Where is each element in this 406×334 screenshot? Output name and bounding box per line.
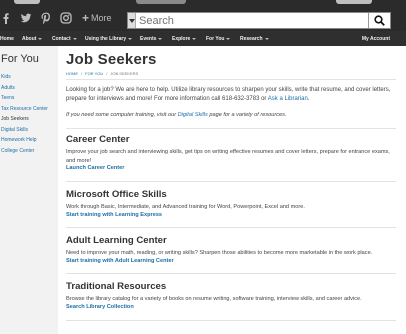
digital-skills-link[interactable]: Digital Skills — [178, 112, 208, 118]
nav-label: For You — [206, 36, 225, 42]
chevron-down-icon — [128, 38, 133, 40]
nav-label: Explore — [172, 36, 191, 42]
nav-contact[interactable]: Contact — [52, 36, 77, 42]
intro-end: . — [307, 95, 310, 102]
sidebar: For You Kids Adults Teens Tax Resource C… — [0, 46, 58, 334]
breadcrumb-home[interactable]: HOME — [66, 71, 78, 76]
nav-using-the-library[interactable]: Using the Library — [85, 36, 133, 42]
computer-training-note: If you need some computer training, visi… — [66, 112, 396, 118]
chevron-down-icon — [38, 38, 43, 40]
nav-label: Events — [140, 36, 157, 42]
search-bar — [127, 12, 391, 29]
section-title: Adult Learning Center — [66, 235, 167, 246]
sidebar-item-adults[interactable]: Adults — [1, 83, 48, 94]
nav-for-you[interactable]: For You — [206, 36, 231, 42]
microsoft-office-section: Microsoft Office Skills Work through Bas… — [66, 189, 396, 218]
nav-home[interactable]: Home — [0, 36, 14, 42]
note-text: If you need some computer training, visi… — [66, 112, 177, 118]
chevron-down-icon — [192, 38, 197, 40]
main-content: Job Seekers HOME / FOR YOU / JOB SEEKERS… — [58, 46, 406, 334]
search-icon — [374, 15, 385, 26]
traditional-resources-section: Traditional Resources Browse the library… — [66, 281, 396, 310]
section-title: Traditional Resources — [66, 281, 167, 292]
chevron-down-icon — [72, 38, 77, 40]
search-button[interactable] — [368, 13, 390, 28]
top-strip — [136, 0, 186, 4]
chevron-down-icon — [158, 38, 163, 40]
launch-career-center-link[interactable]: Launch Career Center — [66, 165, 396, 171]
nav-label: Contact — [52, 36, 71, 42]
adult-learning-center-link[interactable]: Start training with Adult Learning Cente… — [66, 258, 396, 264]
divider — [66, 128, 396, 129]
breadcrumb: HOME / FOR YOU / JOB SEEKERS — [66, 71, 138, 76]
divider — [66, 320, 396, 321]
more-label: More — [91, 13, 112, 23]
divider — [66, 227, 396, 228]
facebook-icon[interactable] — [0, 12, 12, 24]
divider — [66, 181, 396, 182]
career-center-section: Career Center Improve your job search an… — [66, 134, 396, 171]
sidebar-list: Kids Adults Teens Tax Resource Center Jo… — [1, 72, 48, 156]
nav-explore[interactable]: Explore — [172, 36, 197, 42]
intro-paragraph: Looking for a job? We are here to help. … — [66, 86, 396, 103]
note-end: page for a variety of resources. — [209, 112, 287, 118]
divider — [66, 273, 396, 274]
adult-learning-section: Adult Learning Center Need to improve yo… — [66, 235, 396, 264]
pinterest-icon[interactable] — [40, 12, 52, 24]
nav-label: Home — [0, 36, 14, 42]
top-bar: + More — [0, 0, 406, 31]
sidebar-item-tax-resource-center[interactable]: Tax Resource Center — [1, 104, 48, 115]
chevron-down-icon — [226, 38, 231, 40]
top-strip — [14, 0, 40, 4]
plus-icon: + — [82, 11, 90, 25]
nav-research[interactable]: Research — [240, 36, 269, 42]
instagram-icon[interactable] — [60, 12, 72, 24]
search-input[interactable] — [136, 13, 368, 28]
main-nav: Home About Contact Using the Library Eve… — [0, 31, 406, 46]
breadcrumb-current: JOB SEEKERS — [110, 71, 139, 76]
breadcrumb-for-you[interactable]: FOR YOU — [85, 71, 103, 76]
sidebar-title: For You — [1, 53, 39, 65]
more-button[interactable]: + More — [82, 11, 112, 25]
intro-text: Looking for a job? We are here to help. … — [66, 87, 391, 102]
sidebar-item-college-center[interactable]: College Center — [1, 146, 48, 157]
nav-events[interactable]: Events — [140, 36, 163, 42]
nav-label: About — [22, 36, 37, 42]
section-description: Browse the library catalog for a variety… — [66, 296, 362, 302]
search-library-collection-link[interactable]: Search Library Collection — [66, 304, 396, 310]
section-description: Need to improve your math, reading, or w… — [66, 250, 373, 256]
sidebar-item-digital-skills[interactable]: Digital Skills — [1, 125, 48, 136]
section-title: Career Center — [66, 134, 130, 145]
social-links: + More — [0, 10, 112, 26]
nav-about[interactable]: About — [22, 36, 43, 42]
top-strip — [336, 0, 372, 4]
search-scope-dropdown[interactable] — [128, 13, 136, 28]
section-description: Improve your job search and interviewing… — [66, 149, 390, 164]
section-description: Work through Basic, Intermediate, and Ad… — [66, 204, 305, 210]
learning-express-link[interactable]: Start training with Learning Express — [66, 212, 396, 218]
nav-label: Research — [240, 36, 263, 42]
sidebar-item-teens[interactable]: Teens — [1, 93, 48, 104]
page-title: Job Seekers — [66, 51, 157, 68]
breadcrumb-separator: / — [106, 71, 108, 76]
nav-label: Using the Library — [85, 36, 127, 42]
sidebar-item-job-seekers[interactable]: Job Seekers — [1, 114, 48, 125]
divider — [66, 79, 396, 80]
chevron-down-icon — [264, 38, 269, 40]
ask-a-librarian-link[interactable]: Ask a Librarian — [268, 96, 308, 102]
breadcrumb-separator: / — [81, 71, 83, 76]
my-account-link[interactable]: My Account — [362, 36, 390, 42]
twitter-icon[interactable] — [20, 12, 32, 24]
section-title: Microsoft Office Skills — [66, 189, 167, 200]
sidebar-item-homework-help[interactable]: Homework Help — [1, 135, 48, 146]
sidebar-item-kids[interactable]: Kids — [1, 72, 48, 83]
